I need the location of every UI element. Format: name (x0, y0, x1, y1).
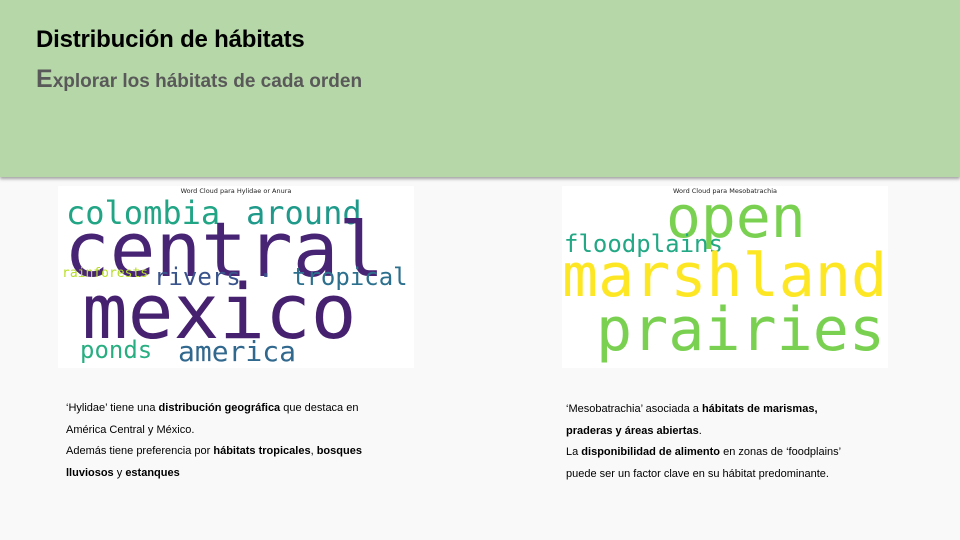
desc-line: ‘Hylidae’ tiene una distribución geográf… (66, 398, 396, 420)
desc-bold-text: hábitats de marismas, (701, 403, 818, 415)
slide-title: Distribución de hábitats (36, 26, 305, 53)
desc-text: en zonas de ‘foodplains’ (720, 446, 842, 458)
description-hylidae: ‘Hylidae’ tiene una distribución geográf… (66, 398, 396, 484)
desc-text: . (698, 424, 702, 437)
subtitle-text: xplorar los hábitats de cada orden (52, 71, 363, 92)
word-ponds: ponds (80, 336, 153, 364)
header-banner: Distribución de hábitats Explorar los há… (0, 0, 960, 177)
desc-bold-text: bosques (316, 445, 362, 457)
desc-bold-text: disponibilidad de alimento (581, 446, 721, 458)
desc-text: ‘Mesobatrachia’ asociada a (566, 403, 702, 415)
wordcloud-mesobatrachia: Word Cloud para Mesobatrachia open flood… (562, 186, 888, 368)
desc-text: Además tiene preferencia por (66, 445, 214, 457)
desc-line: La disponibilidad de alimento en zonas d… (566, 442, 896, 464)
desc-line: lluviosos y estanques (66, 463, 396, 485)
desc-bold-text: distribución geográfica (158, 402, 281, 414)
desc-text: La (566, 446, 582, 458)
desc-line: puede ser un factor clave en su hábitat … (566, 464, 896, 486)
desc-text: y (113, 466, 126, 479)
desc-bold-text: hábitats tropicales (213, 445, 311, 457)
desc-line: América Central y México. (66, 420, 396, 442)
desc-bold-text: estanques (125, 466, 180, 479)
description-mesobatrachia: ‘Mesobatrachia’ asociada a hábitats de m… (566, 399, 896, 485)
desc-line: ‘Mesobatrachia’ asociada a hábitats de m… (566, 399, 896, 421)
desc-text: ‘Hylidae’ tiene una (66, 402, 159, 414)
subtitle-initial: E (36, 65, 53, 93)
desc-bold-text: lluviosos (66, 466, 114, 479)
word-america: america (178, 335, 297, 368)
desc-line: Además tiene preferencia por hábitats tr… (66, 441, 396, 463)
word-prairies: prairies (596, 295, 885, 365)
desc-bold-text: praderas y áreas abiertas (566, 424, 699, 437)
desc-text: que destaca en (280, 402, 359, 414)
desc-text: América Central y México. (66, 423, 195, 436)
slide-subtitle: Explorar los hábitats de cada orden (36, 65, 362, 94)
wordcloud-hylidae: Word Cloud para Hylidae or Anura colombi… (58, 186, 414, 368)
desc-text: puede ser un factor clave en su hábitat … (566, 467, 829, 480)
desc-line: praderas y áreas abiertas. (566, 421, 896, 443)
